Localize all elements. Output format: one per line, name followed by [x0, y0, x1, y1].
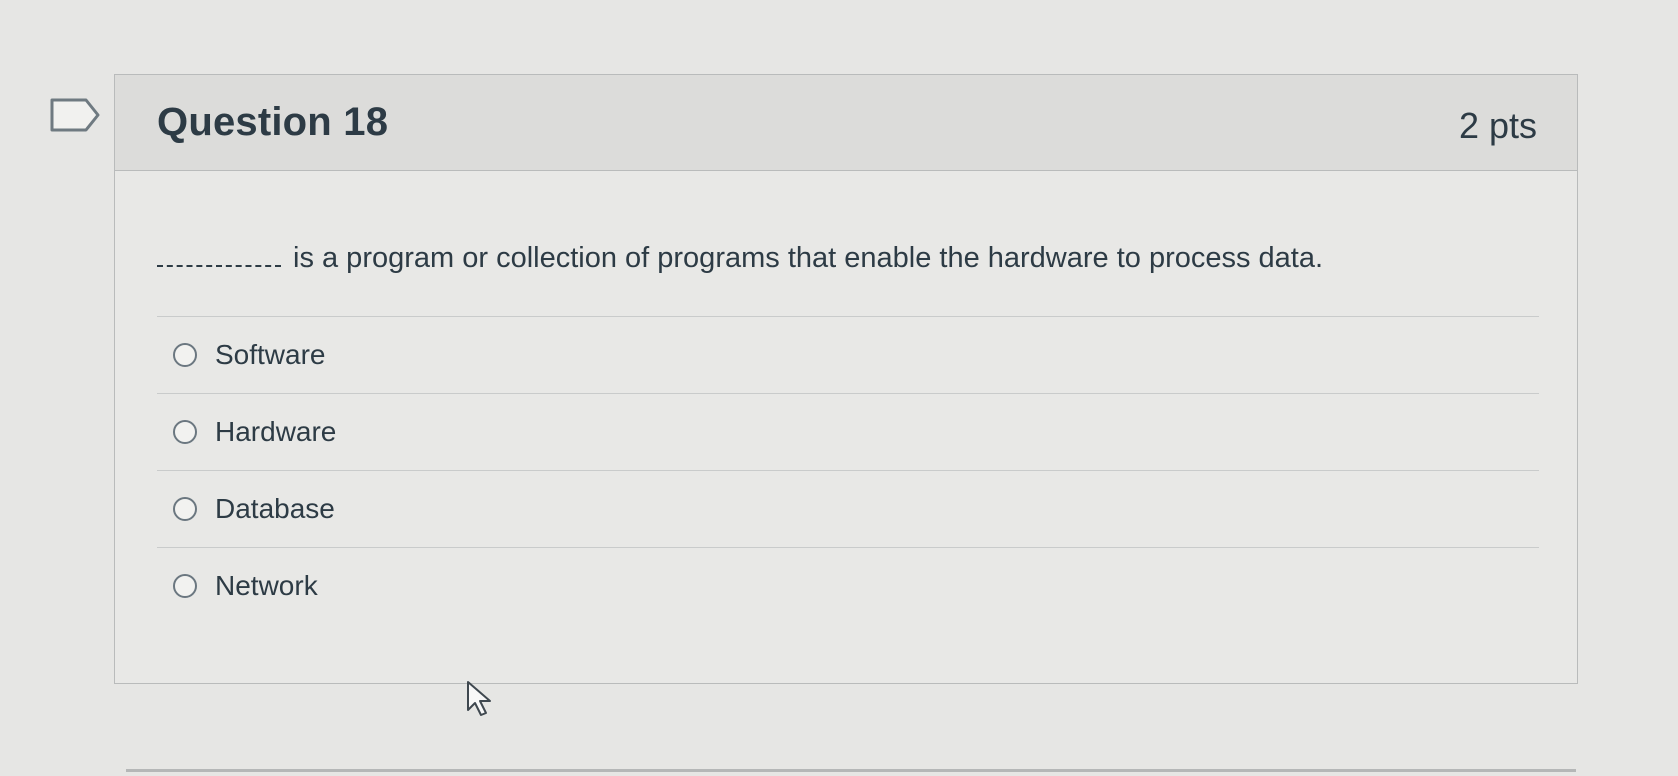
answer-label[interactable]: Network — [215, 570, 318, 602]
answer-label[interactable]: Hardware — [215, 416, 336, 448]
question-points: 2 pts — [1458, 104, 1537, 146]
question-header: Question 18 2 pts — [115, 75, 1577, 171]
question-prompt: is a program or collection of programs t… — [293, 242, 1324, 274]
answer-option[interactable]: Hardware — [157, 394, 1539, 471]
mouse-pointer-icon — [467, 681, 491, 716]
radio-button-icon[interactable] — [173, 342, 197, 367]
radio-button-icon[interactable] — [173, 574, 197, 599]
question-title: Question 18 — [157, 100, 389, 144]
question-body: is a program or collection of programs t… — [115, 171, 1577, 625]
flag-question-icon[interactable] — [48, 96, 102, 134]
answer-label[interactable]: Database — [215, 493, 335, 525]
radio-button-icon[interactable] — [173, 419, 197, 444]
answer-option[interactable]: Network — [157, 548, 1539, 625]
answer-option[interactable]: Software — [157, 317, 1539, 394]
page-divider — [126, 769, 1576, 772]
question-text: is a program or collection of programs t… — [157, 171, 1539, 317]
question-card: Question 18 2 pts is a program or collec… — [114, 74, 1578, 684]
radio-button-icon[interactable] — [173, 496, 197, 521]
fill-in-blank — [157, 245, 281, 267]
answer-label[interactable]: Software — [215, 339, 326, 371]
answer-option[interactable]: Database — [157, 471, 1539, 548]
